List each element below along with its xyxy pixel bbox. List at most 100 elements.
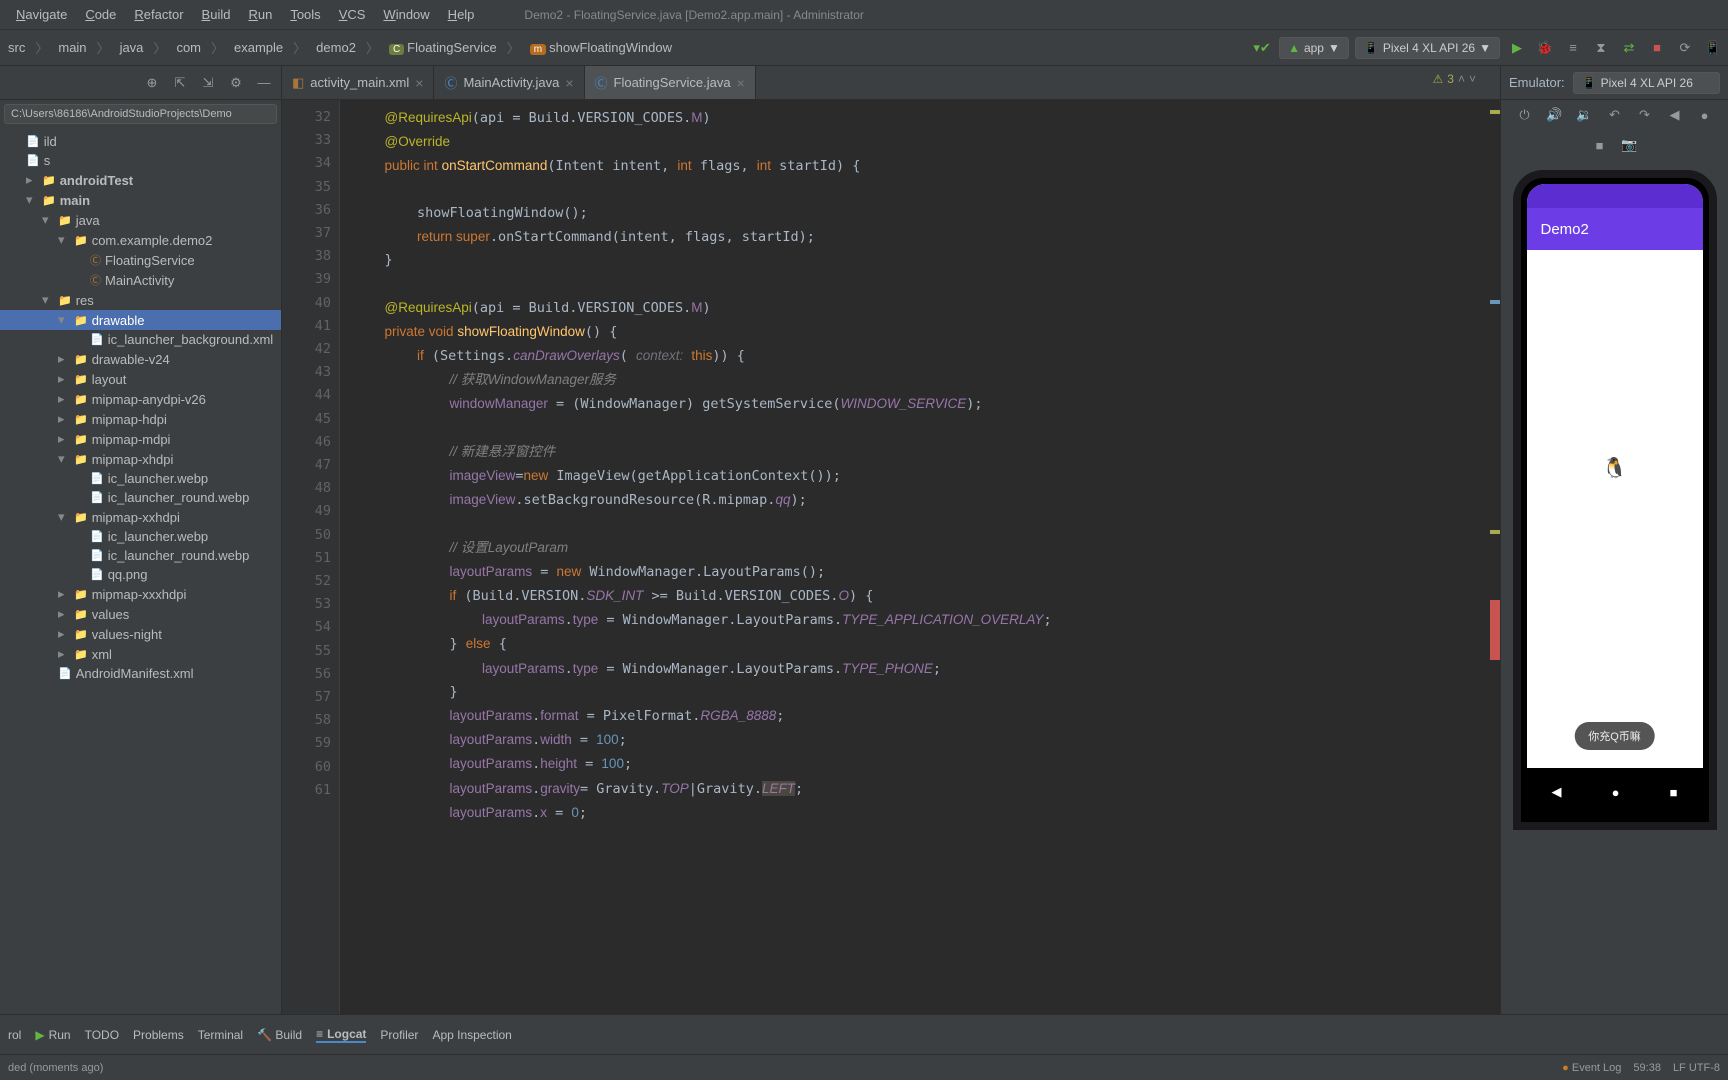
code-editor[interactable]: @RequiresApi(api = Build.VERSION_CODES.M…	[340, 100, 1500, 1014]
tree-item[interactable]: 📄ic_launcher_background.xml	[0, 330, 281, 349]
toolwindow-logcat[interactable]: ≡ Logcat	[316, 1027, 366, 1043]
editor-tab[interactable]: ⒸFloatingService.java×	[585, 66, 756, 99]
tree-item[interactable]: 📄AndroidManifest.xml	[0, 664, 281, 683]
toolwindow-app-inspection[interactable]: App Inspection	[432, 1028, 511, 1042]
breadcrumb-item[interactable]: src	[4, 38, 29, 57]
tree-item[interactable]: 📄ic_launcher_round.webp	[0, 546, 281, 565]
breadcrumb-item[interactable]: com	[172, 38, 205, 57]
volume-up-icon[interactable]: 🔊	[1544, 104, 1566, 126]
menu-refactor[interactable]: Refactor	[126, 5, 191, 24]
tree-item[interactable]: ▸📁values	[0, 604, 281, 624]
phone-screen[interactable]: Demo2 🐧 你充Q币嘛 ◀ ● ■	[1527, 184, 1703, 816]
toolwindow-run[interactable]: ▶ Run	[35, 1028, 70, 1042]
debug-icon[interactable]: 🐞	[1534, 37, 1556, 59]
next-highlight-icon[interactable]: ˅	[1469, 72, 1476, 86]
tree-item[interactable]: ⒸFloatingService	[0, 250, 281, 270]
breadcrumb-item[interactable]: main	[54, 38, 90, 57]
breadcrumb-item[interactable]: java	[116, 38, 148, 57]
project-tree[interactable]: 📄ild📄s▸📁androidTest▾📁main▾📁java▾📁com.exa…	[0, 128, 281, 1014]
menu-navigate[interactable]: Navigate	[8, 5, 75, 24]
tree-item[interactable]: ▸📁mipmap-mdpi	[0, 429, 281, 449]
stop-icon[interactable]: ■	[1646, 37, 1668, 59]
collapse-icon[interactable]: ⇲	[197, 72, 219, 94]
menu-vcs[interactable]: VCS	[331, 5, 374, 24]
menu-run[interactable]: Run	[240, 5, 280, 24]
nav-home-icon[interactable]: ●	[1612, 785, 1620, 800]
tree-item[interactable]: ▾📁main	[0, 190, 281, 210]
tree-item[interactable]: 📄ild	[0, 132, 281, 151]
tree-item[interactable]: ▸📁mipmap-anydpi-v26	[0, 389, 281, 409]
tree-item[interactable]: 📄qq.png	[0, 565, 281, 584]
rotate-right-icon[interactable]: ↷	[1634, 104, 1656, 126]
expand-icon[interactable]: ⇱	[169, 72, 191, 94]
hide-icon[interactable]: —	[253, 72, 275, 94]
tree-item[interactable]: ▾📁mipmap-xhdpi	[0, 449, 281, 469]
toolwindow-rol[interactable]: rol	[8, 1028, 21, 1042]
toolwindow-todo[interactable]: TODO	[85, 1028, 119, 1042]
tree-item[interactable]: ▸📁androidTest	[0, 170, 281, 190]
error-stripe[interactable]	[1488, 100, 1500, 1014]
toolwindow-problems[interactable]: Problems	[133, 1028, 184, 1042]
inspection-widget[interactable]: ⚠ 3 ˄ ˅	[1433, 72, 1476, 86]
run-config-selector[interactable]: ▲app ▼	[1279, 37, 1349, 59]
tree-item[interactable]: ▾📁java	[0, 210, 281, 230]
volume-down-icon[interactable]: 🔉	[1574, 104, 1596, 126]
locate-icon[interactable]: ⊕	[141, 72, 163, 94]
toolwindow-build[interactable]: 🔨 Build	[257, 1028, 302, 1042]
menu-build[interactable]: Build	[194, 5, 239, 24]
emulator-device[interactable]: 📱 Pixel 4 XL API 26	[1573, 72, 1720, 94]
breadcrumb-item[interactable]: demo2	[312, 38, 360, 57]
tree-item[interactable]: ▾📁com.example.demo2	[0, 230, 281, 250]
build-hammer-icon[interactable]: ▾✔	[1251, 37, 1273, 59]
rotate-left-icon[interactable]: ↶	[1604, 104, 1626, 126]
phone-navbar[interactable]: ◀ ● ■	[1527, 768, 1703, 816]
prev-highlight-icon[interactable]: ˄	[1458, 72, 1465, 86]
nav-back-icon[interactable]: ◀	[1552, 784, 1562, 800]
coverage-icon[interactable]: ≡	[1562, 37, 1584, 59]
settings-icon[interactable]: ⚙	[225, 72, 247, 94]
tree-item[interactable]: ▸📁mipmap-hdpi	[0, 409, 281, 429]
screenshot-icon[interactable]: 📷	[1619, 134, 1641, 156]
tree-item[interactable]: ▾📁mipmap-xxhdpi	[0, 507, 281, 527]
menu-tools[interactable]: Tools	[282, 5, 328, 24]
attach-icon[interactable]: ⇄	[1618, 37, 1640, 59]
tree-item[interactable]: ▾📁drawable	[0, 310, 281, 330]
tree-item[interactable]: ▸📁drawable-v24	[0, 349, 281, 369]
editor-tab[interactable]: ◧activity_main.xml×	[282, 66, 434, 99]
back-icon[interactable]: ◀	[1664, 104, 1686, 126]
run-icon[interactable]: ▶	[1506, 37, 1528, 59]
tree-item[interactable]: ▸📁mipmap-xxxhdpi	[0, 584, 281, 604]
tree-item[interactable]: 📄s	[0, 151, 281, 170]
tree-item[interactable]: ▾📁res	[0, 290, 281, 310]
power-icon[interactable]: ⏻	[1514, 104, 1536, 126]
tree-item[interactable]: ▸📁values-night	[0, 624, 281, 644]
breadcrumb-item[interactable]: mshowFloatingWindow	[526, 38, 676, 57]
menu-code[interactable]: Code	[77, 5, 124, 24]
device-selector[interactable]: 📱 Pixel 4 XL API 26 ▼	[1355, 37, 1500, 59]
tree-item[interactable]: ▸📁layout	[0, 369, 281, 389]
caret-position[interactable]: 59:38	[1633, 1062, 1661, 1074]
toolwindow-terminal[interactable]: Terminal	[198, 1028, 243, 1042]
sync-icon[interactable]: ⟳	[1674, 37, 1696, 59]
profiler-icon[interactable]: ⧗	[1590, 37, 1612, 59]
close-tab-icon[interactable]: ×	[565, 75, 573, 91]
event-log-button[interactable]: ● Event Log	[1562, 1062, 1621, 1074]
tree-item[interactable]: ⒸMainActivity	[0, 270, 281, 290]
menu-help[interactable]: Help	[440, 5, 483, 24]
nav-recent-icon[interactable]: ■	[1670, 785, 1678, 800]
tree-item[interactable]: 📄ic_launcher.webp	[0, 527, 281, 546]
menu-window[interactable]: Window	[375, 5, 437, 24]
floating-window-icon[interactable]: 🐧	[1602, 455, 1627, 480]
breadcrumb-item[interactable]: example	[230, 38, 287, 57]
tree-item[interactable]: ▸📁xml	[0, 644, 281, 664]
avd-icon[interactable]: 📱	[1702, 37, 1724, 59]
editor-tab[interactable]: ⒸMainActivity.java×	[434, 66, 584, 99]
close-tab-icon[interactable]: ×	[737, 75, 745, 91]
toolwindow-profiler[interactable]: Profiler	[380, 1028, 418, 1042]
close-tab-icon[interactable]: ×	[415, 75, 423, 91]
overview-icon[interactable]: ■	[1589, 134, 1611, 156]
home-icon[interactable]: ●	[1694, 104, 1716, 126]
file-encoding[interactable]: LF UTF-8	[1673, 1062, 1720, 1074]
breadcrumb-item[interactable]: CFloatingService	[385, 38, 501, 57]
line-gutter[interactable]: 32 33 34 35 36 37 38 39 40 41 42 43 44 4…	[282, 100, 340, 1014]
